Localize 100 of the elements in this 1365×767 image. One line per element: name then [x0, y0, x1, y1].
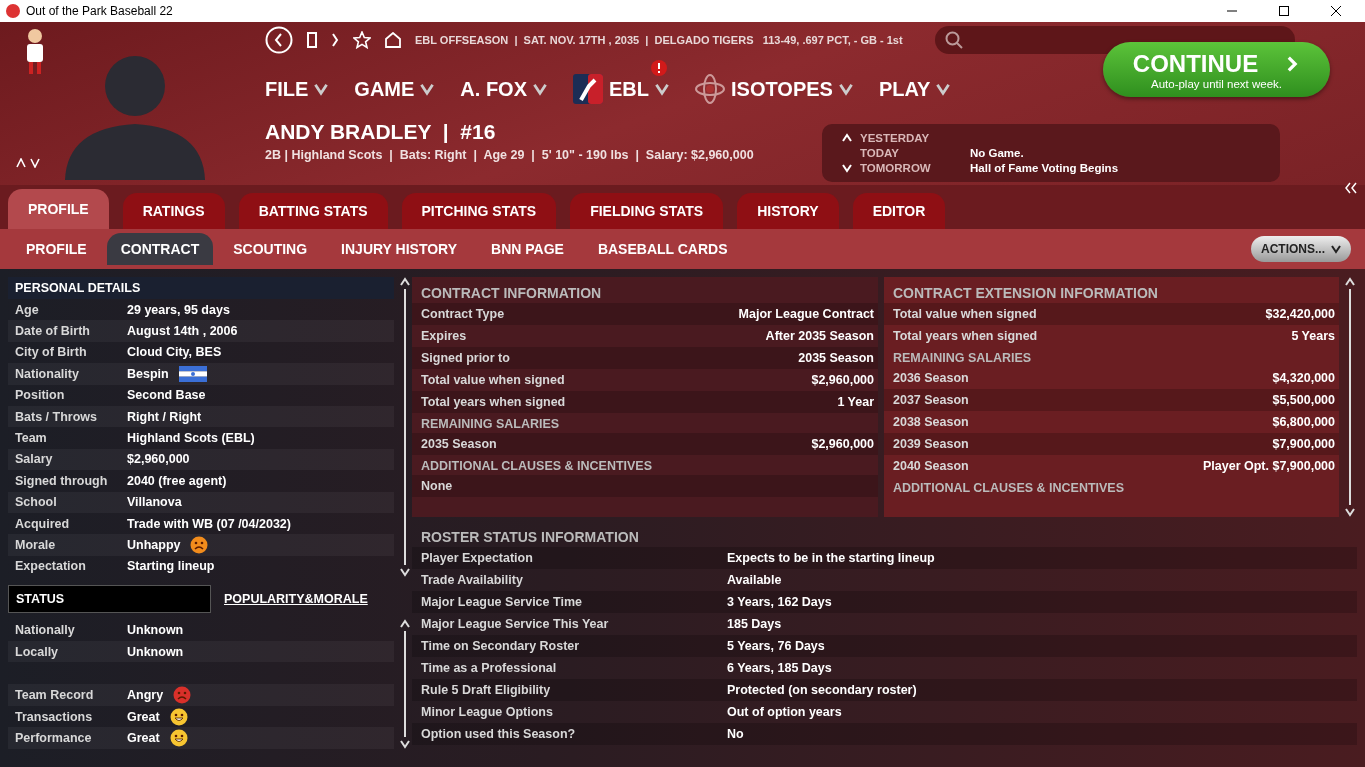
- scrollbar[interactable]: [398, 277, 412, 577]
- field-value: 29 years, 95 days: [127, 302, 230, 317]
- field-value: $2,960,000: [811, 373, 874, 387]
- caret-icon: [420, 82, 435, 96]
- field-value: Right / Right: [127, 409, 202, 424]
- menu-item[interactable]: EBL: [573, 74, 669, 104]
- field-value: Unhappy: [127, 538, 181, 552]
- menu-item[interactable]: FILE: [265, 77, 329, 101]
- section-title: CONTRACT EXTENSION INFORMATION: [892, 284, 1159, 303]
- field-label: Total value when signed: [893, 307, 1037, 321]
- menu-item[interactable]: GAME: [354, 77, 435, 101]
- calendar-day: TODAY: [860, 147, 970, 159]
- sub-tab[interactable]: BASEBALL CARDS: [583, 233, 742, 265]
- field-value: Highland Scots (EBL): [127, 431, 255, 446]
- maximize-icon[interactable]: [1279, 6, 1289, 16]
- field-value: Second Base: [127, 388, 206, 403]
- field-label: 2038 Season: [893, 415, 969, 429]
- subsection-title: ADDITIONAL CLAUSES & INCENTIVES: [420, 458, 654, 475]
- sub-tab[interactable]: SCOUTING: [219, 233, 322, 265]
- field-value: 3 Years, 162 Days: [727, 595, 833, 609]
- field-label: City of Birth: [15, 345, 88, 360]
- field-label: 2040 Season: [893, 459, 969, 473]
- tab[interactable]: HISTORY: [737, 193, 839, 229]
- field-value: 5 Years: [1291, 329, 1335, 343]
- field-label: Team Record: [15, 687, 95, 702]
- caret-icon: [1331, 244, 1341, 254]
- field-value: 185 Days: [727, 617, 783, 631]
- tab[interactable]: PITCHING STATS: [401, 193, 557, 229]
- player-name: ANDY BRADLEY | #16: [265, 120, 496, 144]
- back-icon[interactable]: [265, 26, 293, 54]
- field-value: After 2035 Season: [765, 329, 874, 343]
- caret-icon: [655, 82, 669, 96]
- field-label: 2039 Season: [893, 437, 969, 451]
- field-value: $5,500,000: [1272, 393, 1335, 407]
- up-down-arrows-icon[interactable]: [16, 158, 40, 168]
- collapse-icon[interactable]: [1345, 182, 1357, 194]
- calendar-day: YESTERDAY: [860, 132, 970, 144]
- field-label: Transactions: [15, 709, 94, 724]
- menu-item[interactable]: A. FOX: [460, 77, 547, 101]
- field-value: $6,800,000: [1272, 415, 1335, 429]
- actions-button[interactable]: ACTIONS...: [1251, 236, 1351, 262]
- tab[interactable]: EDITOR: [852, 193, 946, 229]
- menu-item[interactable]: PLAY: [878, 77, 951, 101]
- field-value: $4,320,000: [1272, 371, 1335, 385]
- tab[interactable]: BATTING STATS: [238, 193, 388, 229]
- field-label: Time on Secondary Roster: [421, 639, 581, 653]
- star-icon[interactable]: [353, 31, 371, 49]
- field-value: Starting lineup: [127, 559, 215, 574]
- field-value: $2,960,000: [127, 452, 190, 467]
- tab[interactable]: FIELDING STATS: [570, 193, 724, 229]
- calendar-day: TOMORROW: [860, 162, 970, 174]
- field-label: Salary: [15, 452, 54, 467]
- panel-tab[interactable]: STATUS: [8, 585, 211, 613]
- continue-button[interactable]: CONTINUE Auto-play until next week.: [1103, 42, 1330, 97]
- caret-icon: [936, 82, 951, 96]
- bookmark-icon[interactable]: [307, 32, 317, 48]
- window-title: Out of the Park Baseball 22: [26, 4, 173, 18]
- field-value: 6 Years, 185 Days: [727, 661, 833, 675]
- field-label: Nationally: [15, 622, 76, 637]
- field-value: $32,420,000: [1265, 307, 1335, 321]
- field-label: Performance: [15, 731, 93, 746]
- field-label: Contract Type: [421, 307, 505, 321]
- field-value: 1 Year: [837, 395, 874, 409]
- tab[interactable]: RATINGS: [122, 193, 225, 229]
- field-value: 2040 (free agent): [127, 473, 227, 488]
- sub-tab[interactable]: INJURY HISTORY: [327, 233, 472, 265]
- league-status-text: EBL OFFSEASON | SAT. NOV. 17TH , 2035 | DELGADO TIGERS 113-49, .697 PCT, - GB - 1st: [415, 34, 903, 46]
- field-label: Total years when signed: [421, 395, 566, 409]
- caret-icon: [838, 82, 853, 96]
- caret-icon: [400, 277, 410, 287]
- caret-icon: [400, 567, 410, 577]
- sub-tab[interactable]: BNN PAGE: [477, 233, 578, 265]
- field-value: Unknown: [127, 622, 184, 637]
- close-icon[interactable]: [1331, 6, 1341, 16]
- sub-tab[interactable]: PROFILE: [12, 233, 101, 265]
- field-label: Date of Birth: [15, 324, 91, 339]
- field-value: Major League Contract: [738, 307, 874, 321]
- subsection-title: REMAINING SALARIES: [420, 416, 561, 433]
- menu-item[interactable]: ISOTOPES: [695, 74, 853, 104]
- field-label: School: [15, 495, 58, 510]
- field-label: Bats / Throws: [15, 409, 98, 424]
- caret-icon: [1345, 277, 1355, 287]
- field-value: Out of option years: [727, 705, 843, 719]
- forward-icon[interactable]: [331, 32, 339, 48]
- home-icon[interactable]: [385, 32, 401, 48]
- field-value: $7,900,000: [1272, 437, 1335, 451]
- panel-tab[interactable]: POPULARITY&MORALE: [217, 585, 375, 613]
- field-label: Total value when signed: [421, 373, 565, 387]
- section-title: PERSONAL DETAILS: [8, 277, 394, 299]
- section-title: CONTRACT INFORMATION: [420, 284, 603, 303]
- field-value: Trade with WB (07 /04/2032): [127, 516, 291, 531]
- field-label: Locally: [15, 644, 60, 659]
- scrollbar[interactable]: [398, 619, 412, 749]
- field-label: Total years when signed: [893, 329, 1038, 343]
- scrollbar[interactable]: [1343, 277, 1357, 517]
- caret-icon: [400, 619, 410, 629]
- sub-tab[interactable]: CONTRACT: [106, 233, 214, 265]
- caret-icon: [533, 82, 547, 96]
- tab[interactable]: PROFILE: [8, 189, 109, 229]
- subsection-title: REMAINING SALARIES: [892, 350, 1033, 367]
